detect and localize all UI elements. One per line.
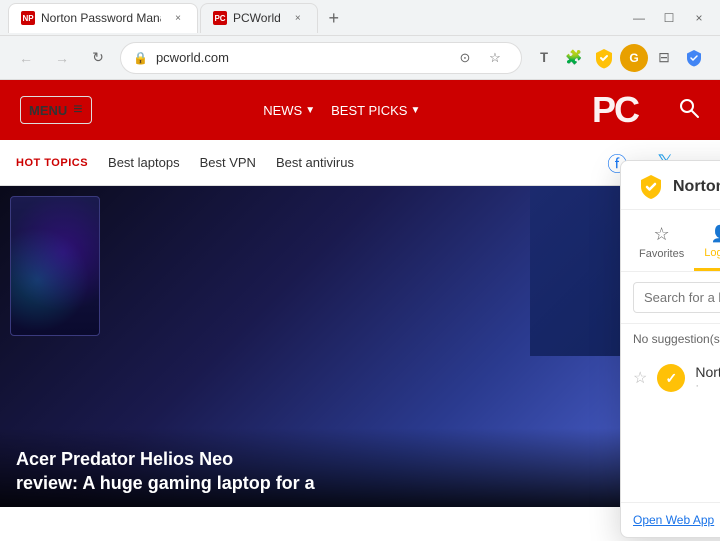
- news-nav[interactable]: NEWS ▼: [263, 103, 315, 118]
- url-actions: ⊙ ☆: [451, 44, 509, 72]
- norton-tabs: ☆ Favorites 👤 Logins 💳 Wallet 📍 Addresse…: [621, 210, 720, 272]
- norton-panel-title: Norton Password Manager: [673, 178, 720, 196]
- hamburger-icon: ≡: [73, 101, 82, 119]
- norton-search-area: 🔍: [621, 272, 720, 324]
- panel-spacer: [621, 402, 720, 502]
- open-web-app-area: Open Web App: [621, 502, 720, 537]
- topic-vpn[interactable]: Best VPN: [200, 155, 256, 170]
- url-bar[interactable]: 🔒 pcworld.com ⊙ ☆: [120, 42, 522, 74]
- browser-window: NP Norton Password Manager - Va... × PC …: [0, 0, 720, 541]
- norton-panel-inner: Norton Password Manager ≡ ☆ Favorites 👤 …: [620, 160, 720, 538]
- address-bar: ← → ↻ 🔒 pcworld.com ⊙ ☆ 𝐓 🧩 G: [0, 36, 720, 80]
- norton-tab-label: Norton Password Manager - Va...: [41, 11, 161, 25]
- star-button[interactable]: ☆: [633, 368, 647, 388]
- site-main-content: Acer Predator Helios Neo review: A huge …: [0, 186, 720, 507]
- back-button[interactable]: ←: [12, 44, 40, 72]
- login-entry-subtitle: ·: [695, 380, 720, 392]
- tab-norton[interactable]: NP Norton Password Manager - Va... ×: [8, 3, 198, 33]
- minimize-button[interactable]: —: [626, 5, 652, 31]
- topic-antivirus[interactable]: Best antivirus: [276, 155, 354, 170]
- maximize-button[interactable]: ☐: [656, 5, 682, 31]
- main-article[interactable]: Acer Predator Helios Neo review: A huge …: [0, 186, 640, 507]
- tab-bar: NP Norton Password Manager - Va... × PC …: [8, 3, 618, 33]
- no-suggestion-text: No suggestion(s) for 'pcworld.com': [621, 324, 720, 354]
- article-title: Acer Predator Helios Neo: [16, 448, 624, 471]
- browser-actions: 𝐓 🧩 G ⊟: [530, 44, 708, 72]
- checkmark-icon: ✓: [665, 370, 677, 387]
- pcworld-tab-close[interactable]: ×: [291, 11, 305, 25]
- forward-button[interactable]: →: [48, 44, 76, 72]
- login-entry-norton[interactable]: ☆ ✓ Norton ·: [621, 354, 720, 402]
- favorites-label: Favorites: [639, 248, 684, 260]
- norton-tab-close[interactable]: ×: [171, 11, 185, 25]
- article-subtitle: review: A huge gaming laptop for a: [16, 472, 624, 495]
- hot-topics-label: HOT ToPICS: [16, 157, 88, 169]
- title-bar: NP Norton Password Manager - Va... × PC …: [0, 0, 720, 36]
- login-entry-details: Norton ·: [695, 364, 720, 392]
- refresh-button[interactable]: ↻: [84, 44, 112, 72]
- login-entry-name: Norton: [695, 364, 720, 380]
- tab-favorites[interactable]: ☆ Favorites: [629, 218, 694, 271]
- norton-shield-icon[interactable]: [590, 44, 618, 72]
- norton-logo: Norton Password Manager: [637, 173, 720, 201]
- site-header: MENU ≡ NEWS ▼ BEST PICKS ▼ PC: [0, 80, 720, 140]
- url-text: pcworld.com: [156, 50, 443, 65]
- tab-logins[interactable]: 👤 Logins: [694, 218, 720, 271]
- profile-button[interactable]: G: [620, 44, 648, 72]
- shield-status-icon[interactable]: [680, 44, 708, 72]
- norton-tab-favicon: NP: [21, 11, 35, 25]
- norton-shield-logo: [637, 173, 665, 201]
- lock-icon: 🔒: [133, 51, 148, 65]
- search-box[interactable]: 🔍: [633, 282, 720, 313]
- login-entry-icon: ✓: [657, 364, 685, 392]
- favorites-icon: ☆: [654, 224, 670, 245]
- pcworld-tab-label: PCWorld: [233, 11, 281, 25]
- best-picks-nav[interactable]: BEST PICKS ▼: [331, 103, 420, 118]
- hot-topics-bar: HOT ToPICS Best laptops Best VPN Best an…: [0, 140, 720, 186]
- translate-icon[interactable]: 𝐓: [530, 44, 558, 72]
- sidebar-button[interactable]: ⊟: [650, 44, 678, 72]
- tab-pcworld[interactable]: PC PCWorld ×: [200, 3, 318, 33]
- share-button[interactable]: ⊙: [451, 44, 479, 72]
- window-controls: — ☐ ×: [626, 5, 712, 31]
- website-content: MENU ≡ NEWS ▼ BEST PICKS ▼ PC HOT ToPICS…: [0, 80, 720, 541]
- close-button[interactable]: ×: [686, 5, 712, 31]
- new-tab-button[interactable]: +: [320, 5, 348, 33]
- bookmark-button[interactable]: ☆: [481, 44, 509, 72]
- article-overlay: Acer Predator Helios Neo review: A huge …: [0, 428, 640, 507]
- norton-panel-header: Norton Password Manager ≡: [621, 161, 720, 210]
- site-logo: PC: [592, 89, 638, 131]
- logins-label: Logins: [704, 247, 720, 259]
- extensions-button[interactable]: 🧩: [560, 44, 588, 72]
- search-icon[interactable]: [678, 97, 700, 124]
- menu-button[interactable]: MENU ≡: [20, 96, 92, 124]
- menu-label: MENU: [29, 103, 67, 118]
- open-web-app-link[interactable]: Open Web App: [633, 513, 714, 527]
- topic-laptops[interactable]: Best laptops: [108, 155, 180, 170]
- search-input[interactable]: [644, 290, 720, 305]
- logins-icon: 👤: [711, 224, 720, 244]
- pcworld-tab-favicon: PC: [213, 11, 227, 25]
